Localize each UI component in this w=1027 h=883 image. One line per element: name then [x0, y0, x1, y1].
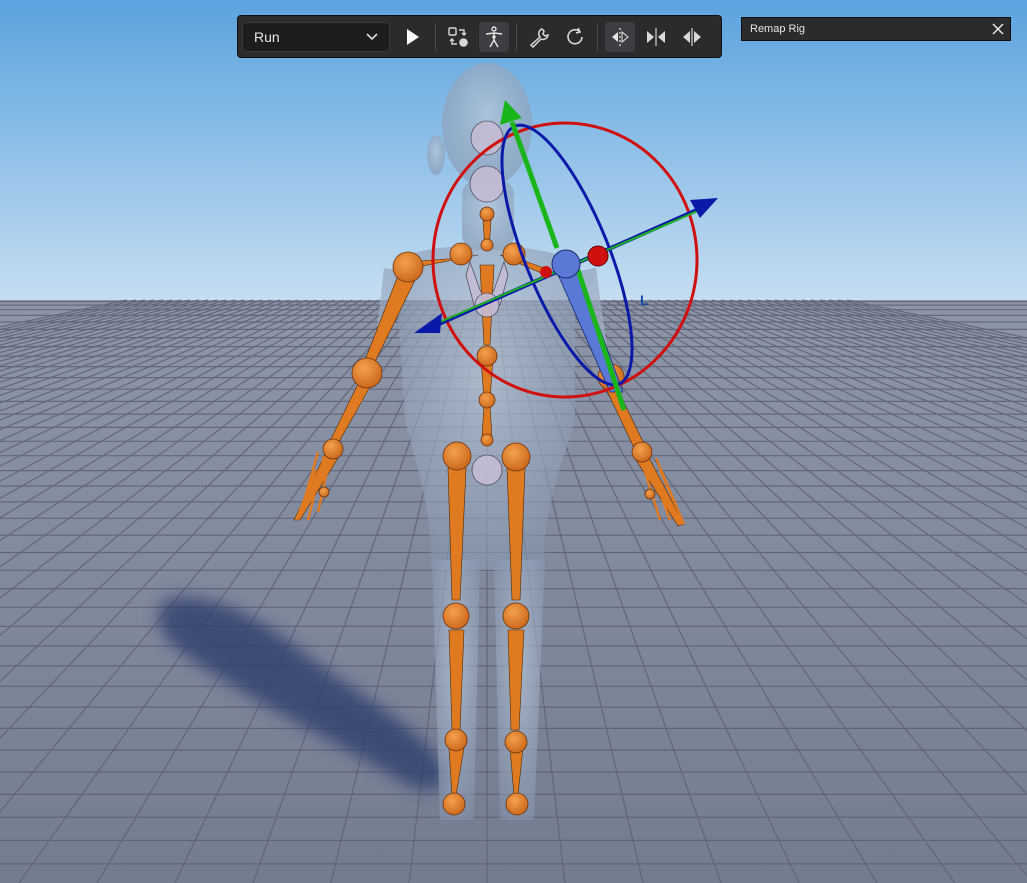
humanoid-figure-icon — [485, 25, 503, 47]
mirror-left-button[interactable] — [605, 21, 635, 52]
settings-button[interactable] — [524, 22, 554, 52]
toolbar-divider — [597, 22, 598, 51]
reset-button[interactable] — [560, 22, 590, 52]
toolbar-divider — [516, 22, 517, 51]
remap-rig-panel: Remap Rig — [741, 17, 1011, 41]
animation-toolbar: Run — [237, 15, 722, 58]
close-button[interactable] — [992, 23, 1004, 35]
play-button[interactable] — [398, 22, 428, 52]
mode-dropdown[interactable]: Run — [242, 21, 390, 52]
wrench-icon — [529, 27, 549, 48]
toolbar-divider — [435, 22, 436, 51]
close-icon — [992, 23, 1004, 35]
swap-shapes-icon — [448, 26, 468, 47]
local-space-label: L — [640, 292, 649, 308]
3d-viewport[interactable]: L — [0, 0, 1027, 883]
gizmo-center[interactable] — [551, 249, 581, 279]
mirror-left-icon — [612, 27, 629, 46]
rig-figure-button[interactable] — [479, 21, 509, 52]
mirror-right-button[interactable] — [677, 22, 707, 52]
remap-rig-title: Remap Rig — [750, 23, 806, 35]
chevron-down-icon — [366, 32, 378, 40]
mirror-center-button[interactable] — [641, 22, 671, 52]
mirror-both-icon — [647, 27, 665, 46]
swap-target-button[interactable] — [443, 22, 473, 52]
scene-canvas[interactable]: L — [0, 0, 1027, 883]
play-icon — [407, 28, 419, 45]
mirror-right-icon — [683, 27, 701, 46]
rotate-icon — [567, 27, 583, 45]
mode-dropdown-value: Run — [254, 28, 280, 45]
